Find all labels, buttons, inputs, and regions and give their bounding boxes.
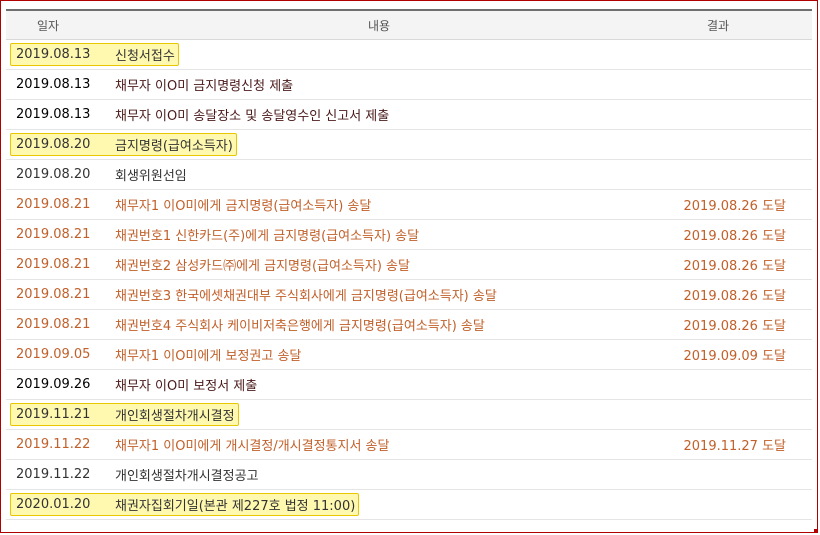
row-content: 채권자집회기일(본관 제227호 법정 11:00) bbox=[115, 499, 356, 514]
row-content: 채무자1 이O미에게 개시결정/개시결정통지서 송달 bbox=[115, 439, 390, 454]
row-date: 2019.08.21 bbox=[16, 197, 91, 212]
table-row: 2019.08.20 금지명령(급여소득자) bbox=[6, 130, 812, 160]
table-row: 2019.08.13 신청서접수 bbox=[6, 40, 812, 70]
row-content: 채무자1 이O미에게 보정권고 송달 bbox=[115, 349, 302, 364]
row-content: 채무자 이O미 송달장소 및 송달영수인 신고서 제출 bbox=[115, 109, 390, 124]
table-row: 2019.09.05 채무자1 이O미에게 보정권고 송달 2019.09.09 도… bbox=[6, 340, 812, 370]
table-row: 2019.09.26 채무자 이O미 보정서 제출 bbox=[6, 370, 812, 400]
table-row: 2019.11.22 채무자1 이O미에게 개시결정/개시결정통지서 송달 2019… bbox=[6, 430, 812, 460]
row-result: 2019.08.26 도달 bbox=[683, 229, 787, 244]
row-date: 2019.08.13 bbox=[16, 77, 91, 92]
table-row: 2019.08.13 채무자 이O미 금지명령신청 제출 bbox=[6, 70, 812, 100]
row-date: 2019.08.20 bbox=[16, 137, 91, 152]
table-row: 2019.08.21 채권번호3 한국에셋채권대부 주식회사에게 금지명령(급여소… bbox=[6, 280, 812, 310]
row-content: 채무자 이O미 금지명령신청 제출 bbox=[115, 79, 294, 94]
row-date: 2019.11.21 bbox=[16, 407, 91, 422]
table-row: 2019.08.21 채권번호1 신한카드(주)에게 금지명령(급여소득자) 송달… bbox=[6, 220, 812, 250]
row-content: 채권번호4 주식회사 케이비저축은행에게 금지명령(급여소득자) 송달 bbox=[115, 319, 485, 334]
row-result: 2019.11.27 도달 bbox=[683, 439, 787, 454]
row-date: 2019.11.22 bbox=[16, 467, 91, 482]
row-date: 2019.08.21 bbox=[16, 317, 91, 332]
header-content: 내용 bbox=[367, 18, 391, 33]
row-result: 2019.08.26 도달 bbox=[683, 199, 787, 214]
row-date: 2019.08.13 bbox=[16, 107, 91, 122]
header-result: 결과 bbox=[706, 18, 730, 33]
table-row: 2019.08.21 채무자1 이O미에게 금지명령(급여소득자) 송달 2019.… bbox=[6, 190, 812, 220]
row-content: 채권번호2 삼성카드㈜에게 금지명령(급여소득자) 송달 bbox=[115, 259, 410, 274]
row-content: 채무자1 이O미에게 금지명령(급여소득자) 송달 bbox=[115, 199, 372, 214]
row-result: 2019.08.26 도달 bbox=[683, 289, 787, 304]
row-date: 2019.09.05 bbox=[16, 347, 91, 362]
row-result: 2019.08.26 도달 bbox=[683, 319, 787, 334]
row-content: 채무자 이O미 보정서 제출 bbox=[115, 379, 258, 394]
row-result: 2019.08.26 도달 bbox=[683, 259, 787, 274]
row-date: 2020.01.20 bbox=[16, 497, 91, 512]
window-frame: 일자 내용 결과 2019.08.13 신청서접수 2019.08.13 채무자 이O… bbox=[0, 0, 818, 533]
table-body: 2019.08.13 신청서접수 2019.08.13 채무자 이O미 금지명령신청 … bbox=[6, 40, 812, 520]
table-header: 일자 내용 결과 bbox=[6, 11, 812, 40]
table-row: 2019.11.22 개인회생절차개시결정공고 bbox=[6, 460, 812, 490]
table-row: 2019.08.21 채권번호2 삼성카드㈜에게 금지명령(급여소득자) 송달 20… bbox=[6, 250, 812, 280]
table-row: 2019.08.20 회생위원선임 bbox=[6, 160, 812, 190]
row-content: 개인회생절차개시결정공고 bbox=[115, 469, 259, 484]
row-date: 2019.08.21 bbox=[16, 287, 91, 302]
row-date: 2019.08.20 bbox=[16, 167, 91, 182]
row-date: 2019.09.26 bbox=[16, 377, 91, 392]
header-date: 일자 bbox=[36, 18, 60, 33]
case-history-table: 일자 내용 결과 2019.08.13 신청서접수 2019.08.13 채무자 이O… bbox=[6, 9, 812, 520]
row-content: 회생위원선임 bbox=[115, 169, 187, 184]
row-content: 신청서접수 bbox=[115, 49, 175, 64]
row-date: 2019.08.13 bbox=[16, 47, 91, 62]
row-date: 2019.08.21 bbox=[16, 227, 91, 242]
table-row: 2020.01.20 채권자집회기일(본관 제227호 법정 11:00) bbox=[6, 490, 812, 520]
row-content: 채권번호1 신한카드(주)에게 금지명령(급여소득자) 송달 bbox=[115, 229, 420, 244]
table-row: 2019.11.21 개인회생절차개시결정 bbox=[6, 400, 812, 430]
row-content: 채권번호3 한국에셋채권대부 주식회사에게 금지명령(급여소득자) 송달 bbox=[115, 289, 497, 304]
table-row: 2019.08.13 채무자 이O미 송달장소 및 송달영수인 신고서 제출 bbox=[6, 100, 812, 130]
row-content: 금지명령(급여소득자) bbox=[115, 139, 233, 154]
table-row: 2019.08.21 채권번호4 주식회사 케이비저축은행에게 금지명령(급여소득… bbox=[6, 310, 812, 340]
row-date: 2019.11.22 bbox=[16, 437, 91, 452]
row-content: 개인회생절차개시결정 bbox=[115, 409, 235, 424]
row-result: 2019.09.09 도달 bbox=[683, 349, 787, 364]
row-date: 2019.08.21 bbox=[16, 257, 91, 272]
